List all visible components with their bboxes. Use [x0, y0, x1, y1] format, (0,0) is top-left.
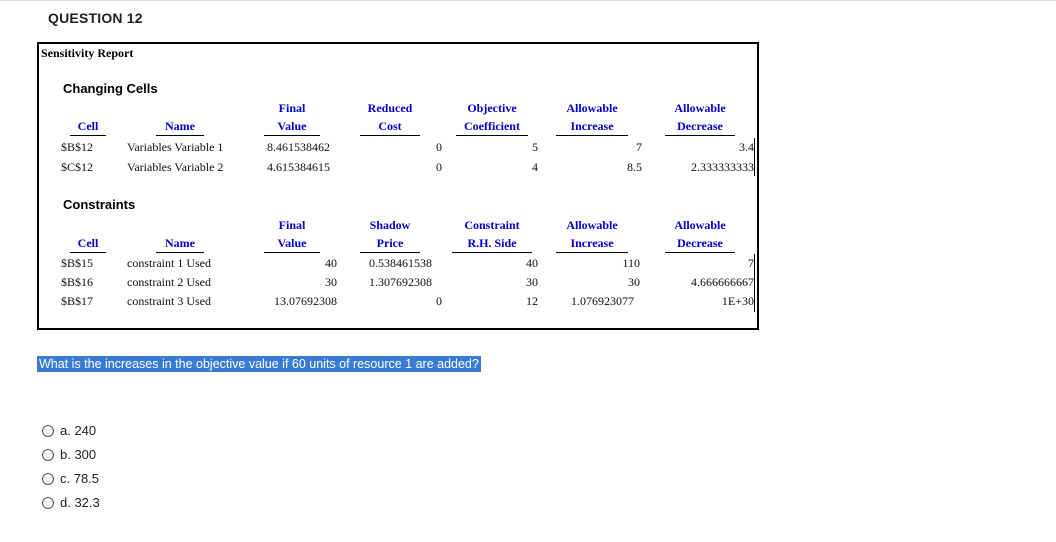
- constraints-header-allow-inc-1: Allowable: [566, 218, 618, 232]
- changing-row-2-inc: 8.5: [627, 160, 642, 174]
- header-objective-2: Coefficient: [456, 119, 528, 136]
- changing-row-1-inc: 7: [636, 140, 642, 154]
- changing-row-1-name: Variables Variable 1: [127, 140, 224, 154]
- changing-row-2-objective: 4: [532, 160, 538, 174]
- question-text: What is the increases in the objective v…: [37, 356, 481, 372]
- header-objective-1: Objective: [467, 101, 517, 115]
- top-divider: [0, 0, 1056, 1]
- constraint-row-3-cell: $B$17: [61, 294, 94, 308]
- header-allow-inc-2: Increase: [556, 119, 628, 136]
- constraints-header-final-1: Final: [278, 218, 306, 232]
- constraint-row-1-shadow: 0.538461538: [369, 256, 432, 270]
- constraints-header-shadow-2: Price: [360, 236, 420, 253]
- changing-row-1-dec: 3.4: [739, 140, 754, 154]
- constraints-header-allow-dec-1: Allowable: [674, 218, 726, 232]
- header-final-2: Value: [264, 119, 320, 136]
- option-d[interactable]: d. 32.3: [42, 495, 100, 510]
- constraint-row-3-rhs: 12: [526, 294, 538, 308]
- constraints-header-name: Name: [156, 236, 204, 253]
- constraints-right-border: [754, 254, 755, 312]
- header-allow-dec-2: Decrease: [665, 119, 735, 136]
- constraint-row-2-shadow: 1.307692308: [369, 275, 432, 289]
- changing-row-1-cell: $B$12: [61, 140, 94, 154]
- constraint-row-2-dec: 4.666666667: [691, 275, 754, 289]
- radio-icon[interactable]: [42, 472, 54, 485]
- radio-icon[interactable]: [42, 448, 54, 461]
- constraint-row-1-inc: 110: [622, 256, 640, 270]
- header-final-1: Final: [278, 101, 306, 115]
- constraint-row-3-name: constraint 3 Used: [127, 294, 211, 308]
- constraint-row-2-cell: $B$16: [61, 275, 94, 289]
- header-name: Name: [156, 119, 204, 136]
- constraints-title: Constraints: [63, 197, 136, 212]
- sensitivity-report: Sensitivity Report Changing Cells Final …: [37, 42, 759, 330]
- constraint-row-1-dec: 7: [748, 256, 754, 270]
- changing-row-1-objective: 5: [532, 140, 538, 154]
- constraint-row-2-rhs: 30: [526, 275, 538, 289]
- constraint-row-1-rhs: 40: [526, 256, 538, 270]
- header-allow-dec-1: Allowable: [674, 101, 726, 115]
- constraint-row-3-dec: 1E+30: [721, 294, 754, 308]
- constraints-header-allow-inc-2: Increase: [556, 236, 628, 253]
- option-b-label: b. 300: [60, 447, 97, 462]
- constraint-row-3-inc: 1.076923077: [571, 294, 634, 308]
- constraints-header-cell: Cell: [70, 236, 106, 253]
- constraints-header-final-2: Value: [264, 236, 320, 253]
- constraint-row-1-final: 40: [325, 256, 337, 270]
- header-allow-inc-1: Allowable: [566, 101, 618, 115]
- changing-right-border: [754, 138, 755, 176]
- changing-row-2-dec: 2.333333333: [691, 160, 754, 174]
- constraints-header-rhs-2: R.H. Side: [452, 236, 532, 253]
- constraints-header-rhs-1: Constraint: [464, 218, 520, 232]
- changing-row-2-reduced: 0: [436, 160, 442, 174]
- constraint-row-1-name: constraint 1 Used: [127, 256, 211, 270]
- changing-row-2-cell: $C$12: [61, 160, 94, 174]
- constraint-row-3-shadow: 0: [436, 294, 442, 308]
- radio-icon[interactable]: [42, 496, 54, 509]
- option-c-label: c. 78.5: [60, 471, 100, 486]
- changing-row-1-final: 8.461538462: [267, 140, 330, 154]
- changing-row-1-reduced: 0: [436, 140, 442, 154]
- header-reduced-2: Cost: [360, 119, 420, 136]
- changing-cells-title: Changing Cells: [63, 81, 158, 96]
- question-title: QUESTION 12: [48, 10, 143, 26]
- header-reduced-1: Reduced: [367, 101, 413, 115]
- option-c[interactable]: c. 78.5: [42, 471, 99, 486]
- changing-row-2-name: Variables Variable 2: [127, 160, 224, 174]
- changing-row-2-final: 4.615384615: [267, 160, 330, 174]
- option-a-label: a. 240: [60, 423, 97, 438]
- option-a[interactable]: a. 240: [42, 423, 96, 438]
- constraints-header-allow-dec-2: Decrease: [665, 236, 735, 253]
- report-title: Sensitivity Report: [41, 46, 134, 60]
- constraint-row-2-inc: 30: [628, 275, 640, 289]
- constraints-header-shadow-1: Shadow: [369, 218, 411, 232]
- option-b[interactable]: b. 300: [42, 447, 96, 462]
- radio-icon[interactable]: [42, 424, 54, 437]
- option-d-label: d. 32.3: [60, 495, 100, 510]
- constraint-row-2-name: constraint 2 Used: [127, 275, 211, 289]
- constraint-row-1-cell: $B$15: [61, 256, 94, 270]
- constraint-row-3-final: 13.07692308: [274, 294, 337, 308]
- constraint-row-2-final: 30: [325, 275, 337, 289]
- header-cell: Cell: [70, 119, 106, 136]
